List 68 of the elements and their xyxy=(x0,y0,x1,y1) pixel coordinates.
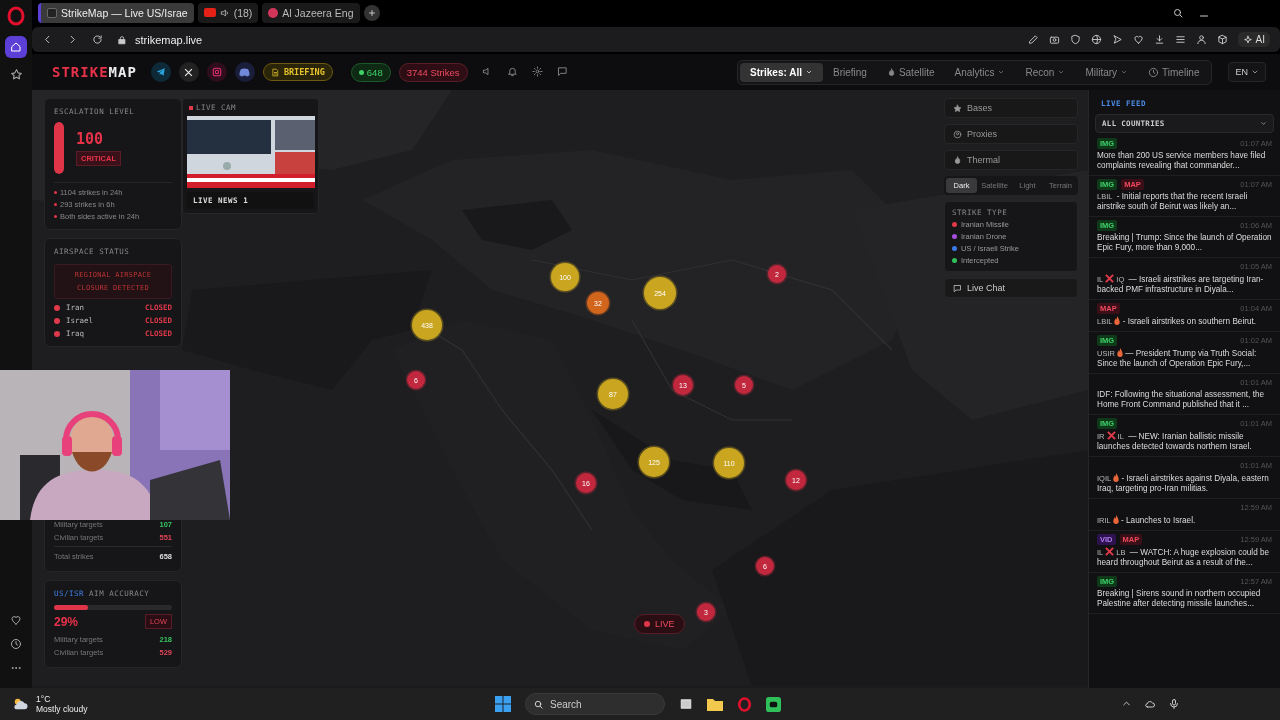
start-icon[interactable] xyxy=(495,696,511,712)
clock-icon[interactable] xyxy=(10,638,22,650)
browser-logo[interactable] xyxy=(6,6,26,26)
bell-icon[interactable] xyxy=(506,65,518,77)
sparkle-icon[interactable] xyxy=(1242,34,1253,45)
browser-tab[interactable]: StrikeMap — Live US/Israe xyxy=(38,2,194,23)
speaker-icon[interactable] xyxy=(219,7,230,18)
feed-text: Breaking | Trump: Since the launch of Operation Epic Fury, more than 9,000... xyxy=(1097,233,1272,253)
camera-icon[interactable] xyxy=(1048,34,1060,45)
house-icon[interactable] xyxy=(10,41,22,53)
home-icon[interactable] xyxy=(5,36,27,58)
lock-icon[interactable] xyxy=(117,34,127,45)
browser-tab[interactable]: (18) xyxy=(197,2,259,23)
chat-icon[interactable] xyxy=(556,65,568,77)
nav-tab[interactable]: Strikes: All xyxy=(740,62,823,82)
ai-button[interactable]: AI xyxy=(1237,32,1270,47)
microphone-icon[interactable] xyxy=(1168,698,1180,710)
feed-text: More than 200 US service members have filed complaints revealing that commander... xyxy=(1097,151,1267,171)
video-icon xyxy=(203,8,216,17)
caret-icon[interactable] xyxy=(1251,68,1259,76)
favicon xyxy=(268,7,279,18)
telegram-icon[interactable] xyxy=(150,62,171,82)
nav-tab[interactable]: Military xyxy=(1075,62,1139,82)
cloud-icon[interactable] xyxy=(1144,698,1156,710)
edit-icon[interactable] xyxy=(1027,34,1039,45)
address-field[interactable]: strikemap.live xyxy=(135,33,203,46)
strike-count: 3744 Strikes xyxy=(398,62,468,82)
search-icon[interactable] xyxy=(1172,6,1184,19)
search-field[interactable]: Search xyxy=(525,693,665,715)
document-icon[interactable] xyxy=(270,67,280,77)
clock-icon[interactable] xyxy=(1148,66,1160,78)
nav-tab[interactable]: Recon xyxy=(1015,62,1076,82)
menu-icon[interactable] xyxy=(1174,34,1186,45)
nav-tab[interactable]: Analytics xyxy=(944,62,1016,82)
heart-icon[interactable] xyxy=(1132,34,1144,45)
nav-tab[interactable]: Timeline xyxy=(1138,62,1210,82)
briefing-button[interactable]: BRIEFING xyxy=(262,63,333,81)
shield-icon[interactable] xyxy=(1069,34,1081,45)
heart-icon[interactable] xyxy=(10,614,22,626)
x-icon[interactable] xyxy=(178,62,199,82)
favicon xyxy=(47,7,57,18)
discord-icon[interactable] xyxy=(234,62,255,82)
temperature: 1°C xyxy=(36,694,52,704)
search-icon[interactable] xyxy=(533,698,544,710)
feed-text: Breaking | Sirens sound in northern occupied Palestine after detecting missile launches... xyxy=(1097,589,1262,609)
reload-icon[interactable] xyxy=(92,34,103,45)
user-icon[interactable] xyxy=(1195,34,1207,45)
nav-tab[interactable]: Briefing xyxy=(823,62,877,82)
download-icon[interactable] xyxy=(1153,34,1165,45)
online-count: 648 xyxy=(350,62,391,82)
app-icon[interactable] xyxy=(766,696,781,712)
feed-text: IDF: Following the situational assessment, the Home Front Command published that it ... xyxy=(1097,390,1265,410)
globe-icon[interactable] xyxy=(1090,34,1102,45)
caret-icon[interactable] xyxy=(1260,120,1267,127)
task-view-icon[interactable] xyxy=(679,697,693,711)
nav-tab[interactable]: Satellite xyxy=(876,62,945,82)
logo[interactable]: STRIKEMAP xyxy=(52,64,137,80)
instagram-icon[interactable] xyxy=(206,62,227,82)
language-dropdown[interactable]: EN xyxy=(1228,62,1266,82)
folder-icon[interactable] xyxy=(707,697,723,711)
browser-logo[interactable] xyxy=(737,696,752,712)
send-icon[interactable] xyxy=(1111,34,1123,45)
weather-text: Mostly cloudy xyxy=(36,704,88,714)
cube-icon[interactable] xyxy=(1216,34,1228,45)
settings-icon[interactable] xyxy=(531,65,543,77)
star-icon[interactable] xyxy=(9,68,23,81)
flame-icon[interactable] xyxy=(886,67,896,77)
browser-tab[interactable]: Al Jazeera Eng xyxy=(262,2,360,23)
